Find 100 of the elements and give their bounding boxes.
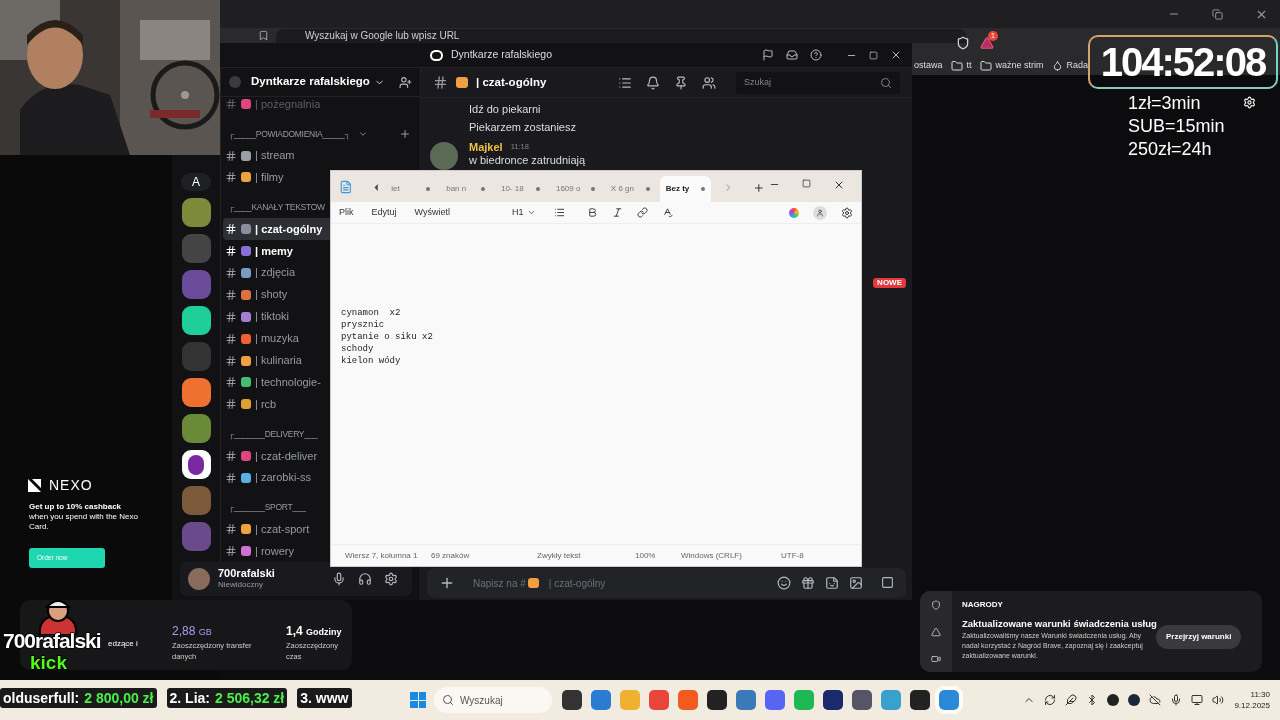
settings-icon[interactable] [841, 206, 853, 219]
link-icon[interactable] [637, 207, 649, 218]
new-tab-icon[interactable] [753, 182, 765, 194]
pin-icon[interactable] [674, 75, 688, 90]
bookmark-item[interactable]: ważne strim [979, 59, 1044, 73]
avatar-icon[interactable] [188, 568, 210, 590]
server-letter[interactable]: A [181, 173, 211, 191]
bookmark-icon[interactable] [258, 30, 269, 41]
tab[interactable]: X 6 gn [604, 176, 656, 202]
spellcheck-icon[interactable] [662, 207, 674, 218]
channel-item[interactable]: | rcb [223, 393, 330, 416]
category-label[interactable]: ┌____KANAŁY TEKSTOW [228, 200, 325, 214]
bookmark-item[interactable]: ostawa [914, 59, 943, 73]
restore-icon[interactable] [1212, 8, 1223, 20]
channel-item[interactable]: | czat-ogólny [223, 217, 330, 240]
channel-item[interactable]: | rowery [223, 540, 330, 562]
menu-item[interactable]: Plik [339, 205, 354, 220]
flag-icon[interactable] [762, 49, 774, 61]
heading-dropdown[interactable]: H1 [511, 205, 537, 220]
author-name[interactable]: Majkel [469, 140, 503, 154]
channel-item[interactable]: | stream [223, 144, 330, 167]
inbox-icon[interactable] [786, 49, 798, 61]
tab[interactable]: 10- 18 [495, 176, 546, 202]
channel-item[interactable]: | technologie- [223, 371, 330, 394]
clock-time[interactable]: 11:30 [1250, 689, 1270, 700]
app-icon[interactable] [910, 690, 930, 710]
server-icon[interactable] [181, 378, 211, 407]
headphones-icon[interactable] [358, 572, 372, 586]
menu-item[interactable]: Edytuj [371, 205, 397, 220]
shield-icon[interactable] [956, 36, 970, 50]
video-icon[interactable] [931, 653, 941, 664]
close-icon[interactable] [890, 49, 902, 61]
image-icon[interactable] [849, 576, 863, 590]
sticker-icon[interactable] [825, 576, 839, 590]
triangle-icon[interactable] [931, 626, 941, 637]
review-button[interactable]: Przejrzyj warunki [1156, 625, 1242, 650]
invite-icon[interactable] [399, 75, 412, 89]
channel-item[interactable]: | shoty [223, 283, 330, 306]
search-field[interactable]: Szukaj [736, 71, 900, 94]
bookmark-item[interactable]: Rada [1051, 59, 1089, 73]
channel-item[interactable]: | czat-sport [223, 518, 330, 541]
app-icon[interactable] [823, 690, 843, 710]
tab[interactable]: iet [385, 176, 437, 202]
channel-item[interactable]: | kulinaria [223, 349, 330, 372]
cloud-icon[interactable] [1149, 694, 1162, 706]
sync-icon[interactable] [1044, 694, 1057, 706]
tab[interactable]: 1609 o [549, 176, 601, 202]
maximize-icon[interactable] [802, 179, 811, 188]
app-icon[interactable] [852, 690, 872, 710]
microphone-icon[interactable] [332, 572, 346, 586]
app-icon[interactable] [1128, 694, 1141, 706]
add-icon[interactable] [439, 575, 455, 591]
channel-item[interactable]: | filmy [223, 166, 330, 189]
assistant-icon[interactable] [789, 207, 799, 218]
channel-item[interactable]: | zarobki-ss [223, 466, 330, 489]
channel-item[interactable]: | memy [223, 239, 330, 262]
maximize-icon[interactable] [869, 50, 878, 60]
server-icon[interactable] [181, 306, 211, 335]
apps-icon[interactable] [881, 576, 894, 589]
category-label[interactable]: ┌_____POWIADOMIENIA_____┐ [228, 127, 351, 141]
volume-icon[interactable] [1212, 694, 1225, 706]
settings-icon[interactable] [384, 572, 398, 586]
members-icon[interactable] [702, 75, 716, 90]
app-icon[interactable] [562, 690, 582, 710]
microphone-icon[interactable] [1170, 694, 1183, 706]
bookmark-item[interactable]: tt [950, 59, 972, 73]
add-icon[interactable] [399, 127, 411, 140]
close-icon[interactable] [833, 179, 845, 191]
server-icon[interactable] [181, 450, 211, 479]
tab[interactable]: ban n [440, 176, 492, 202]
app-icon[interactable] [1107, 694, 1120, 706]
avatar-icon[interactable] [430, 142, 458, 170]
server-name[interactable]: Dyntkarze rafalskiego [251, 73, 370, 91]
search-field[interactable]: Wyszukaj [434, 687, 552, 713]
channel-item[interactable]: | tiktoki [223, 305, 330, 328]
app-icon[interactable] [707, 690, 727, 710]
list-icon[interactable] [554, 207, 566, 218]
menu-item[interactable]: Wyświetl [414, 205, 450, 220]
threads-icon[interactable] [618, 75, 632, 90]
triangle-icon[interactable] [980, 36, 994, 50]
emoji-picker-icon[interactable] [777, 576, 791, 590]
category-label[interactable]: ┌_______DELIVERY___ [228, 427, 318, 441]
start-icon[interactable] [410, 692, 426, 708]
help-icon[interactable] [810, 49, 822, 61]
clock-date[interactable]: 9.12.2025 [1234, 700, 1270, 711]
feather-icon[interactable] [1065, 694, 1078, 706]
italic-icon[interactable] [612, 207, 624, 218]
display-icon[interactable] [1191, 694, 1204, 706]
bell-icon[interactable] [646, 75, 660, 90]
category-label[interactable]: ┌_______SPORT___ [228, 501, 306, 514]
tab[interactable]: Bez ty [659, 176, 711, 202]
channel-item[interactable]: | muzyka [223, 327, 330, 350]
channel-item[interactable]: | zdjęcia [223, 261, 330, 284]
profile-icon[interactable] [813, 205, 827, 220]
text-area[interactable]: cynamon x2 prysznic pytanie o siku x2 schody kielon wódy [331, 224, 861, 544]
address-field[interactable]: Wyszukaj w Google lub wpisz URL [276, 29, 966, 43]
gift-icon[interactable] [801, 576, 815, 590]
bold-icon[interactable] [587, 207, 599, 218]
channel-item[interactable]: | czat-deliver [223, 444, 330, 467]
shield-icon[interactable] [931, 599, 941, 610]
